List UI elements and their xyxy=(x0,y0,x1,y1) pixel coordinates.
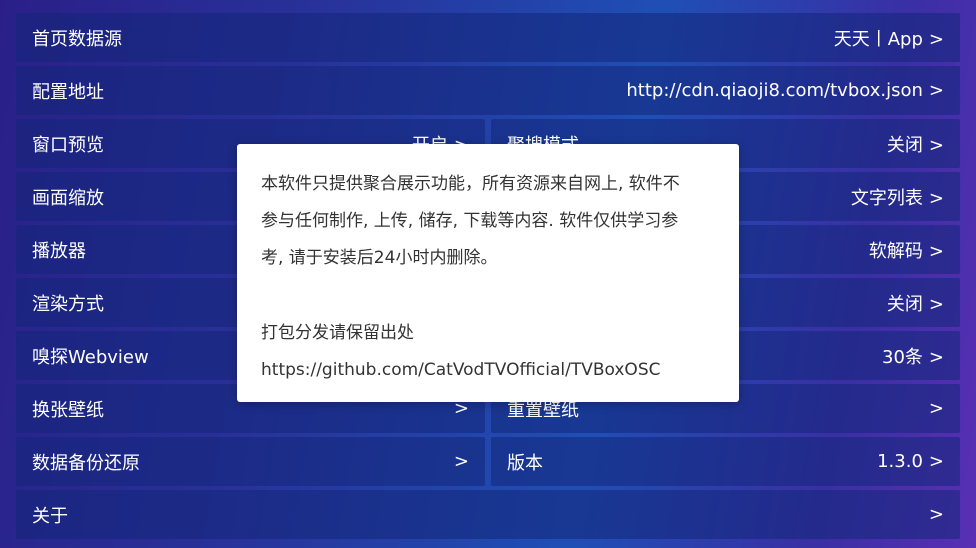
chevron-right-icon: > xyxy=(453,451,469,472)
setting-label: 渲染方式 xyxy=(32,293,104,315)
player-value: 软解码 xyxy=(868,240,923,262)
search-mode-value: 关闭 xyxy=(886,134,923,156)
chevron-right-icon: > xyxy=(928,451,944,472)
chevron-right-icon: > xyxy=(928,134,944,156)
disclaimer-line: 参与任何制作, 上传, 储存, 下载等内容. 软件仅供学习参 xyxy=(261,211,679,231)
chevron-right-icon: > xyxy=(928,187,944,209)
setting-config-url[interactable]: 配置地址 http://cdn.qiaoji8.com/tvbox.json > xyxy=(16,66,960,115)
setting-value: http://cdn.qiaoji8.com/tvbox.json > xyxy=(626,80,944,101)
setting-label: 窗口预览 xyxy=(32,134,104,156)
setting-value: 软解码 > xyxy=(869,237,944,263)
setting-label: 换张壁纸 xyxy=(32,399,104,421)
render-value: 关闭 xyxy=(886,293,923,315)
chevron-right-icon: > xyxy=(928,28,944,50)
setting-label: 数据备份还原 xyxy=(32,452,140,474)
setting-backup-restore[interactable]: 数据备份还原 > xyxy=(16,437,485,486)
setting-value: 关闭 > xyxy=(887,131,944,157)
disclaimer-dialog[interactable]: 本软件只提供聚合展示功能，所有资源来自网上, 软件不 参与任何制作, 上传, 储… xyxy=(237,144,739,402)
setting-value: 关闭 > xyxy=(887,290,944,316)
setting-value: 30条 > xyxy=(882,343,944,369)
setting-label: 版本 xyxy=(507,452,543,474)
setting-value: 天天丨App > xyxy=(834,25,944,51)
setting-label: 关于 xyxy=(32,505,68,527)
scale-value: 文字列表 xyxy=(850,187,923,209)
homepage-source-value: 天天丨App xyxy=(833,28,923,50)
setting-label: 画面缩放 xyxy=(32,187,104,209)
setting-label: 播放器 xyxy=(32,240,86,262)
disclaimer-line: 打包分发请保留出处 xyxy=(261,323,414,343)
disclaimer-line: 本软件只提供聚合展示功能，所有资源来自网上, 软件不 xyxy=(261,174,680,194)
disclaimer-line: 考, 请于安装后24小时内删除。 xyxy=(261,248,498,268)
chevron-right-icon: > xyxy=(928,80,944,101)
chevron-right-icon: > xyxy=(928,504,944,525)
setting-about[interactable]: 关于 > xyxy=(16,490,960,539)
setting-label: 首页数据源 xyxy=(32,28,122,50)
setting-label: 配置地址 xyxy=(32,81,104,103)
setting-value: > xyxy=(448,451,469,472)
config-url-value: http://cdn.qiaoji8.com/tvbox.json xyxy=(626,80,923,101)
setting-value: > xyxy=(923,398,944,419)
setting-label: 嗅探Webview xyxy=(32,346,149,368)
chevron-right-icon: > xyxy=(928,346,944,368)
chevron-right-icon: > xyxy=(928,293,944,315)
sniff-value: 30条 xyxy=(882,346,923,368)
setting-version[interactable]: 版本 1.3.0 > xyxy=(491,437,960,486)
setting-homepage-source[interactable]: 首页数据源 天天丨App > xyxy=(16,13,960,62)
version-value: 1.3.0 xyxy=(877,451,923,472)
setting-value: 1.3.0 > xyxy=(877,451,944,472)
chevron-right-icon: > xyxy=(928,240,944,262)
source-link[interactable]: https://github.com/CatVodTVOfficial/TVBo… xyxy=(261,352,715,389)
chevron-right-icon: > xyxy=(928,398,944,419)
setting-value: 文字列表 > xyxy=(851,184,944,210)
dialog-spacer xyxy=(261,277,715,315)
setting-value: > xyxy=(923,504,944,525)
